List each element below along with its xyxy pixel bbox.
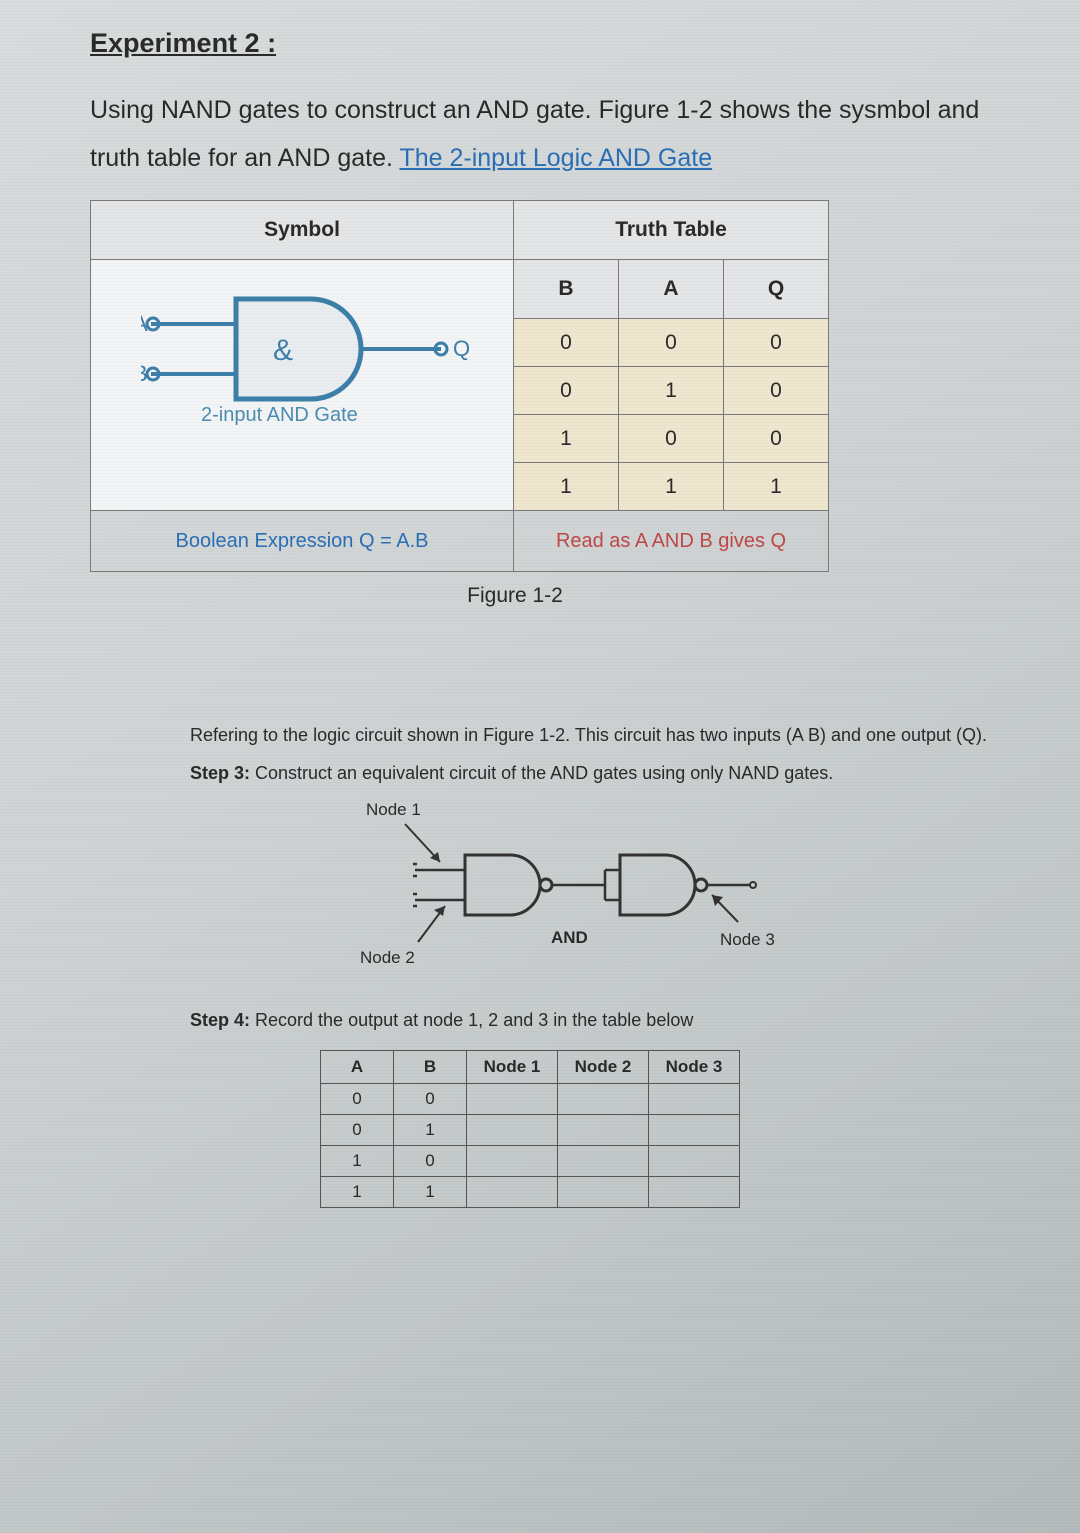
nodes-col-n1: Node 1 [467,1050,558,1083]
table-row: 1 0 [321,1145,740,1176]
and-gate-link[interactable]: The 2-input Logic AND Gate [399,144,712,172]
table-row: 1 1 [321,1176,740,1207]
col-q: Q [724,260,829,319]
read-as: Read as A AND B gives Q [514,511,829,572]
nand-circuit-svg [310,810,870,990]
gate-input-a-label: A [141,311,148,336]
nodes-col-n3: Node 3 [649,1050,740,1083]
nodes-col-a: A [321,1050,394,1083]
col-a: A [619,260,724,319]
and-gate-table: Symbol Truth Table [90,200,829,572]
boolean-expression: Boolean Expression Q = A.B [91,511,514,572]
gate-output-label: Q [453,336,470,361]
nodes-col-n2: Node 2 [558,1050,649,1083]
symbol-cell: A B & Q 2-input AND Gate [91,260,514,511]
gate-caption: 2-input AND Gate [201,404,358,427]
symbol-header: Symbol [91,201,514,260]
step4: Step 4: Record the output at node 1, 2 a… [190,1008,1000,1032]
step3: Step 3: Construct an equivalent circuit … [190,761,1000,785]
refer-paragraph: Refering to the logic circuit shown in F… [190,723,1000,747]
gate-input-b-label: B [141,361,148,386]
intro-paragraph: Using NAND gates to construct an AND gat… [90,87,1010,182]
gate-amp-label: & [273,334,293,367]
truth-table-header: Truth Table [514,201,829,260]
step4-label: Step 4: [190,1010,250,1030]
nand-circuit-diagram: Node 1 Node 2 Node 3 AND [310,800,910,1000]
nodes-col-b: B [394,1050,467,1083]
table-row: 0 0 [321,1083,740,1114]
table-footer: Boolean Expression Q = A.B Read as A AND… [91,511,829,572]
step3-label: Step 3: [190,763,250,783]
nodes-record-table: A B Node 1 Node 2 Node 3 0 0 0 1 [320,1050,740,1208]
step3-text: Construct an equivalent circuit of the A… [250,763,833,783]
and-gate-svg: A B & Q [141,284,471,414]
table-row: 0 1 [321,1114,740,1145]
and-gate-symbol: A B & Q [141,284,471,420]
step4-text: Record the output at node 1, 2 and 3 in … [250,1010,693,1030]
col-b: B [514,260,619,319]
experiment-heading: Experiment 2 : [90,28,1010,59]
figure-caption: Figure 1-2 [130,584,900,608]
